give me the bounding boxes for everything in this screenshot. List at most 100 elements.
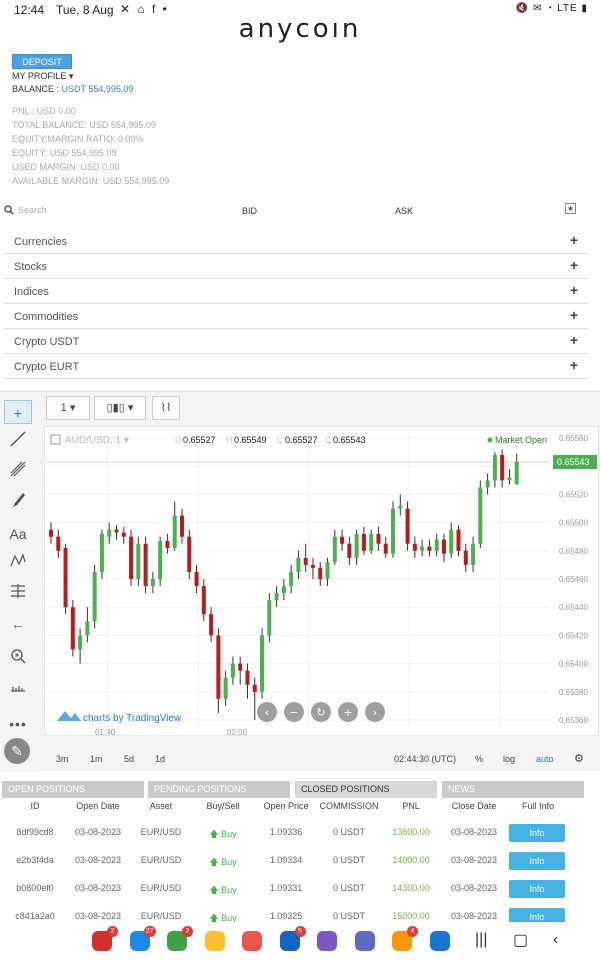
app-7-icon[interactable] [317,931,337,951]
candle-body [318,567,323,579]
cell-close-date: 03-08-2023 [450,911,498,921]
tab-closed-positions[interactable]: CLOSED POSITIONS [295,781,437,798]
chevron-down-icon: ▾ [127,402,134,414]
tab-news[interactable]: NEWS [442,781,584,798]
percent-scale-button[interactable]: % [475,754,483,764]
table-row: e2b3f4da 03-08-2023 EUR/USD 🡅 Buy 1.0933… [0,852,600,880]
metric-pnl: PNL : USD 0.00 [12,106,76,116]
range-5d-button[interactable]: 5d [124,754,134,764]
gear-icon[interactable]: ⚙ [574,752,584,765]
cell-buy-sell: 🡅 Buy [209,829,237,839]
app-10-icon[interactable] [429,931,450,951]
category-currencies[interactable]: Currencies + [4,229,588,254]
more-icon[interactable]: ••• [4,712,32,736]
cell-open-date: 03-08-2023 [74,855,122,865]
android-nav-bar: ||| ▢ ‹ 2 27 2 5 4 [0,922,600,960]
cell-asset: EUR/USD [140,827,182,837]
scroll-right-icon-glyph: › [373,706,377,719]
candle-body [420,546,425,551]
candle-body [310,564,315,568]
category-crypto-usdt[interactable]: Crypto USDT + [4,329,588,354]
app-5-icon[interactable] [242,931,262,951]
auto-scale-button[interactable]: auto [536,754,554,764]
metric-total-balance: TOTAL BALANCE: USD 554,995.09 [12,120,156,130]
candle-body [514,462,519,485]
category-indices[interactable]: Indices + [4,279,588,304]
range-1m-button[interactable]: 1m [90,754,103,764]
info-button[interactable]: Info [509,908,565,922]
pitchfork-icon[interactable] [4,460,32,484]
info-button[interactable]: Info [509,824,565,842]
interval-select[interactable]: 1 ▾ [46,396,90,420]
brush-icon[interactable] [4,491,32,515]
cell-commission: 0 USDT [332,855,365,865]
candle-body [398,505,403,509]
col-id: ID [30,801,40,811]
cell-asset: EUR/USD [140,911,182,921]
ruler-icon[interactable] [4,677,32,701]
candle-body [427,546,432,551]
app-2-icon[interactable]: 27 [129,926,156,951]
deposit-button[interactable]: DEPOSIT [12,54,72,69]
positions-tabs: OPEN POSITIONS PENDING POSITIONS CLOSED … [0,781,600,798]
app-6-icon[interactable]: 5 [279,926,306,951]
indicators-button[interactable]: ⌇⌇ [152,396,180,420]
candle-body [405,508,410,544]
cell-id: c841a2a0 [15,911,55,921]
tab-open-positions[interactable]: OPEN POSITIONS [2,781,144,798]
cell-close-date: 03-08-2023 [450,827,498,837]
ohlc-value: 0.65549 [234,435,267,445]
arrow-left-icon[interactable]: ← [4,612,32,636]
range-1d-button[interactable]: 1d [155,754,165,764]
status-system-icons: 🔇 ✉ ◔ LTE ▮ [515,3,588,14]
category-stocks[interactable]: Stocks + [4,254,588,279]
category-crypto-eurt[interactable]: Crypto EURT + [4,354,588,379]
notification-badge: 4 [407,926,418,937]
arrow-up-icon: 🡅 [209,829,219,839]
app-1-icon[interactable]: 2 [92,926,118,951]
app-3-icon[interactable]: 2 [167,926,193,951]
app-8-icon[interactable] [354,931,375,951]
edit-pencil-icon[interactable]: ✎ [4,738,30,764]
zoom-icon[interactable] [4,647,32,671]
candle-body [267,600,272,636]
col-pnl: PNL [402,801,420,811]
back-icon[interactable]: ‹ [553,931,558,949]
my-profile-menu[interactable]: MY PROFILE ▾ [12,71,73,82]
ohlc-value: 0.65527 [285,435,318,445]
y-tick-label: 0.65360 [559,716,588,725]
text-tool-icon[interactable]: Aa [4,522,32,546]
x-tick-label: 01:40 [95,728,116,737]
home-icon[interactable]: ▢ [513,930,528,950]
candle-body [354,533,359,558]
category-commodities[interactable]: Commodities + [4,304,588,329]
info-button[interactable]: Info [509,880,565,898]
search-icon [4,205,14,217]
measure-icon[interactable] [4,582,32,606]
drawing-toolbar: + Aa ← ••• ✎ [0,392,40,772]
metric-available-margin: AVAILABLE MARGIN: USD 554,995.09 [12,176,170,186]
chart-svg[interactable]: 0.655600.655400.655200.655000.654800.654… [45,427,600,737]
table-header: ID Open Date Asset Buy/Sell Open Price C… [0,801,600,815]
recent-apps-icon[interactable]: ||| [475,931,487,949]
app-4-icon[interactable] [204,931,225,951]
info-button[interactable]: Info [509,852,565,870]
range-3m-button[interactable]: 3m [56,754,69,764]
app-9-icon[interactable]: 4 [392,926,418,951]
tab-pending-positions[interactable]: PENDING POSITIONS [148,781,290,798]
favorites-star-icon[interactable]: ★ [565,203,576,214]
price-chart[interactable]: 0.655600.655400.655200.655000.654800.654… [44,426,600,737]
candle-body [143,543,148,587]
search-input[interactable]: Search [18,205,47,215]
pattern-icon[interactable] [4,552,32,576]
collapse-icon [50,434,61,445]
chart-type-select[interactable]: ▯▮▯ ▾ [94,396,146,420]
table-row: 8df99cd8 03-08-2023 EUR/USD 🡅 Buy 1.0933… [0,824,600,852]
trend-line-icon[interactable] [4,430,32,454]
chart-symbol: AUD/USD, 1 ▾ [65,435,129,446]
ohlc-value: C [325,435,332,445]
ohlc-value: 0.65527 [183,435,216,445]
log-scale-button[interactable]: log [503,754,515,764]
candle-body [340,536,345,544]
crosshair-icon[interactable]: + [4,400,32,424]
